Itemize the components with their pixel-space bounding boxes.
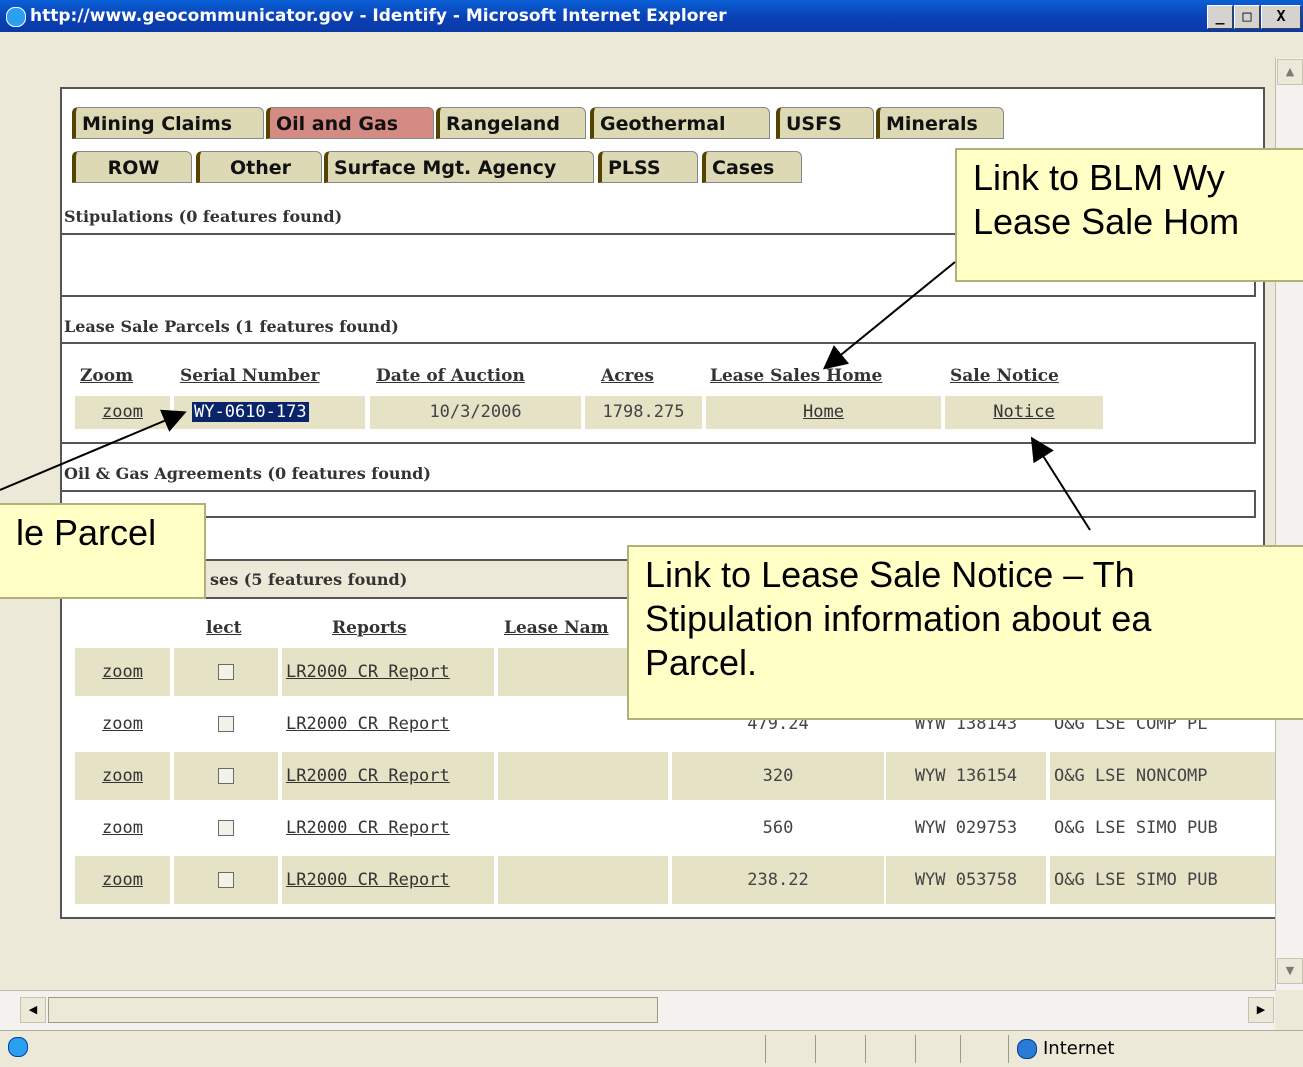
arrow-to-home	[822, 261, 956, 370]
arrow-to-serial	[0, 409, 187, 491]
annotation-arrows	[0, 261, 1091, 531]
browser-window: http://www.geocommunicator.gov - Identif…	[0, 0, 1303, 1067]
arrow-to-notice	[1030, 436, 1091, 531]
